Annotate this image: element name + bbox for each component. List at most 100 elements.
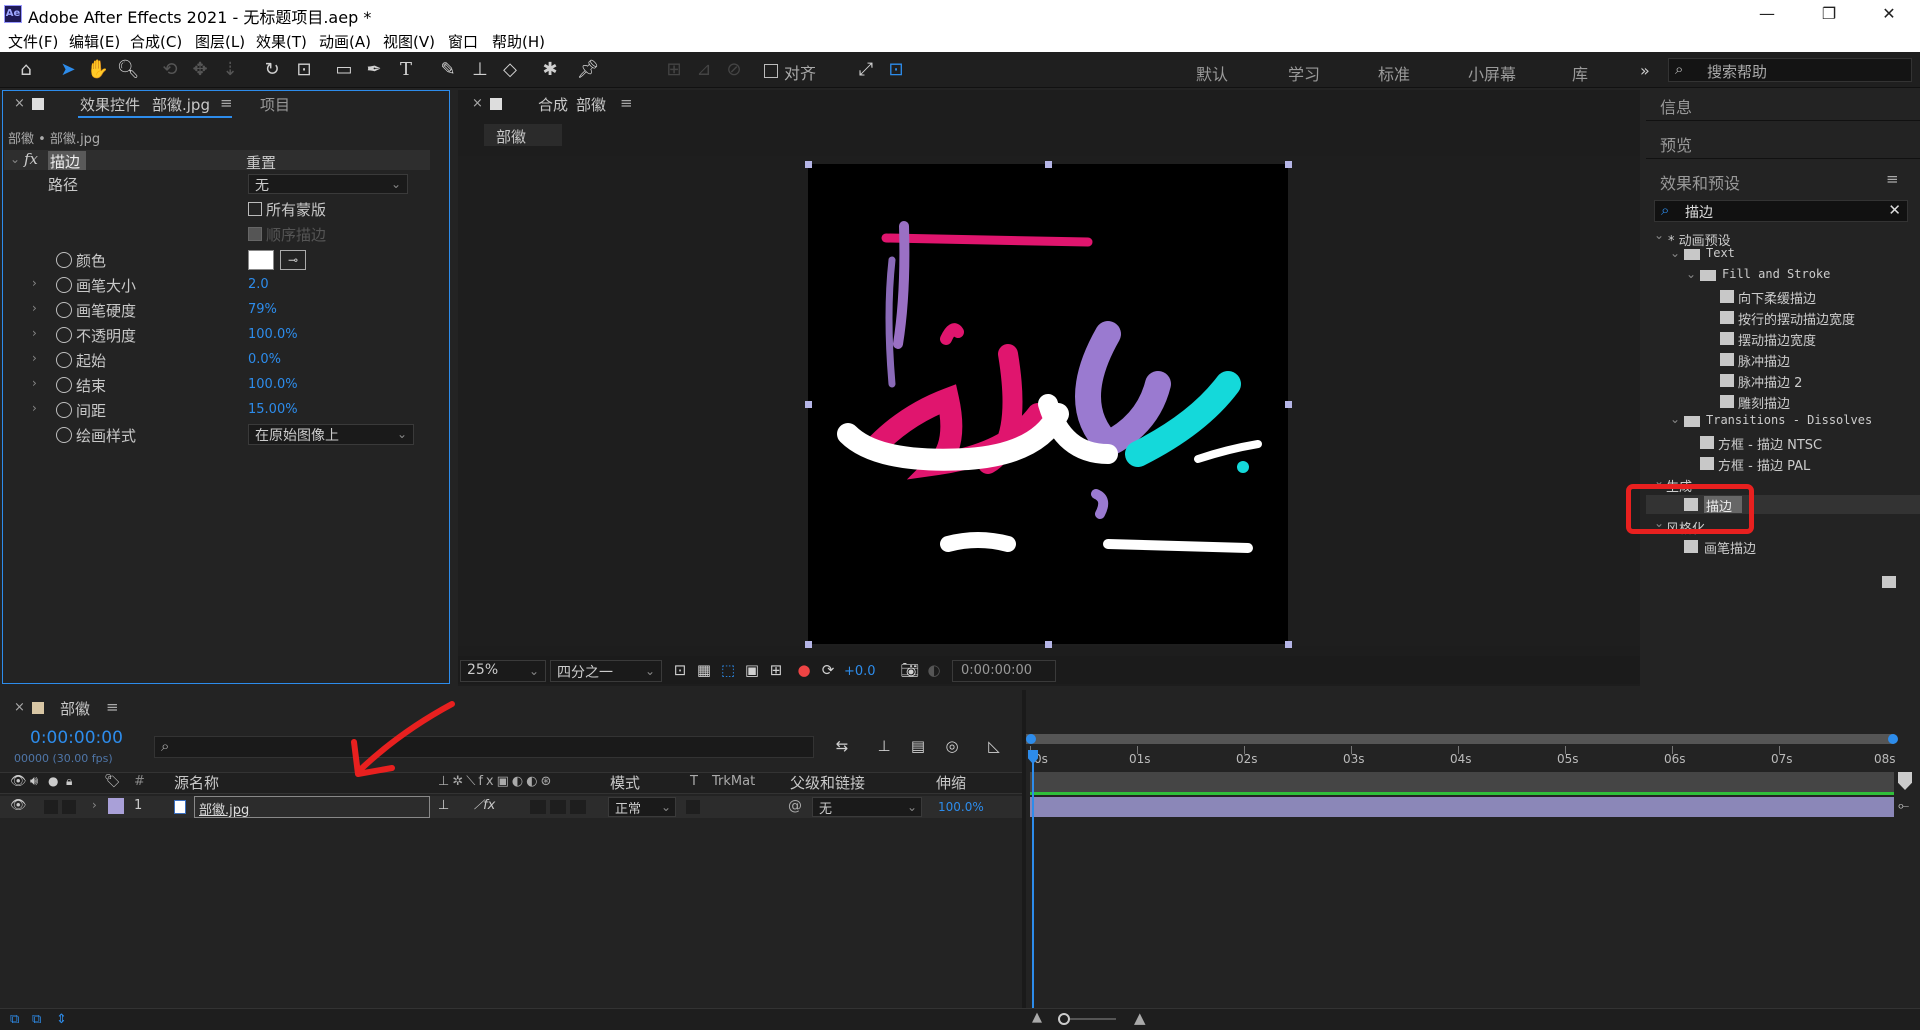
panel-menu-icon[interactable]: ≡: [620, 94, 633, 112]
menu-help[interactable]: 帮助(H): [492, 31, 545, 52]
time-ruler[interactable]: 0s 01s 02s 03s 04s 05s 06s 07s 08s: [1030, 746, 1898, 770]
resolution-dropdown[interactable]: 四分之一 ⌄: [550, 660, 662, 682]
snap-edges-icon[interactable]: ⤢: [854, 58, 878, 82]
menu-composition[interactable]: 合成(C): [130, 31, 182, 52]
stopwatch-icon[interactable]: [56, 302, 72, 318]
label-color-swatch[interactable]: [108, 798, 124, 814]
graph-editor-icon[interactable]: ◺: [982, 734, 1006, 758]
expand-arrow-icon[interactable]: ›: [32, 351, 37, 365]
stretch-value[interactable]: 100.0%: [938, 800, 984, 814]
effect-collapse-icon[interactable]: ⌄: [10, 152, 20, 166]
tree-item-preset[interactable]: 摆动描边宽度: [1738, 330, 1816, 349]
minimize-button[interactable]: —: [1744, 2, 1790, 26]
tree-item-fill-stroke[interactable]: Fill and Stroke: [1722, 267, 1830, 281]
dolly-camera-icon[interactable]: ⇣: [218, 58, 242, 82]
menu-animation[interactable]: 动画(A): [319, 31, 371, 52]
color-channels-icon[interactable]: ●: [792, 658, 816, 682]
fx-switch-icon[interactable]: ⟋fx: [474, 798, 495, 813]
tab-project[interactable]: 项目: [260, 94, 290, 115]
comp-canvas[interactable]: [808, 164, 1288, 644]
roto-brush-icon[interactable]: ✱: [538, 58, 562, 82]
shy-switch-icon[interactable]: ⊥: [438, 798, 449, 813]
path-dropdown[interactable]: 无 ⌄: [248, 174, 408, 194]
prop-brush-hardness-value[interactable]: 79%: [248, 302, 277, 317]
stopwatch-icon[interactable]: [56, 252, 72, 268]
puppet-pin-icon[interactable]: 📌︎: [576, 58, 600, 82]
draft-3d-icon[interactable]: ⊥: [872, 734, 896, 758]
prop-spacing-value[interactable]: 15.00%: [248, 402, 298, 417]
tree-toggle-icon[interactable]: ⌄: [1686, 267, 1696, 281]
stopwatch-icon[interactable]: [56, 327, 72, 343]
menu-window[interactable]: 窗口: [448, 31, 478, 52]
expand-arrow-icon[interactable]: ›: [32, 376, 37, 390]
col-mode[interactable]: 模式: [610, 772, 640, 793]
close-panel-icon[interactable]: ×: [472, 96, 483, 111]
layer-duration-bar[interactable]: [1030, 797, 1894, 817]
tree-item-preset[interactable]: 脉冲描边: [1738, 351, 1790, 370]
clone-stamp-icon[interactable]: ⊥: [468, 58, 492, 82]
pick-whip-icon[interactable]: @: [788, 798, 802, 814]
layer-name-field[interactable]: 部徽.jpg: [194, 796, 430, 818]
workspace-default[interactable]: 默认: [1196, 61, 1228, 85]
menu-effect[interactable]: 效果(T): [256, 31, 307, 52]
effects-search-field[interactable]: ⌕ 描边 ✕: [1654, 200, 1908, 222]
panel-menu-icon[interactable]: ≡: [1886, 170, 1899, 188]
frame-blending-icon[interactable]: ◎: [940, 734, 964, 758]
info-panel-header[interactable]: 信息: [1660, 94, 1692, 118]
exposure-value[interactable]: +0.0: [844, 664, 876, 679]
tree-item-text[interactable]: Text: [1706, 246, 1735, 260]
workspace-more-icon[interactable]: »: [1640, 61, 1650, 80]
maximize-button[interactable]: ❐: [1806, 2, 1852, 26]
tree-item-preset[interactable]: 脉冲描边 2: [1738, 372, 1802, 391]
fx-toggle-icon[interactable]: fx: [24, 150, 38, 168]
eye-icon[interactable]: 👁︎: [10, 798, 27, 813]
col-source-name[interactable]: 源名称: [174, 772, 219, 793]
tab-composition[interactable]: 合成: [538, 94, 568, 115]
hand-tool-icon[interactable]: ✋: [86, 58, 110, 82]
preview-panel-header[interactable]: 预览: [1660, 132, 1692, 156]
zoom-in-icon[interactable]: ▲: [1134, 1009, 1146, 1027]
workspace-learn[interactable]: 学习: [1288, 61, 1320, 85]
stopwatch-icon[interactable]: [56, 352, 72, 368]
audio-toggle[interactable]: [44, 800, 58, 814]
zoom-slider-thumb[interactable]: [1058, 1013, 1070, 1025]
stopwatch-icon[interactable]: [56, 377, 72, 393]
close-panel-icon[interactable]: ×: [14, 700, 25, 715]
stopwatch-icon[interactable]: [56, 402, 72, 418]
zoom-out-icon[interactable]: ▲: [1032, 1010, 1042, 1025]
expand-arrow-icon[interactable]: ›: [92, 798, 97, 812]
workspace-small-screen[interactable]: 小屏幕: [1468, 61, 1516, 85]
layer-search-field[interactable]: ⌕: [154, 736, 814, 758]
rectangle-tool-icon[interactable]: ▭: [332, 58, 356, 82]
region-of-interest-icon[interactable]: ⊡: [668, 658, 692, 682]
home-icon[interactable]: ⌂: [14, 58, 38, 82]
eyedropper-icon[interactable]: ⊸: [280, 250, 306, 270]
menu-layer[interactable]: 图层(L): [195, 31, 245, 52]
comp-end-marker-icon[interactable]: [1898, 772, 1912, 790]
expand-arrow-icon[interactable]: ›: [32, 326, 37, 340]
mask-visibility-icon[interactable]: ⬚: [716, 658, 740, 682]
work-area-start-handle[interactable]: [1026, 734, 1036, 744]
parent-dropdown[interactable]: 无 ⌄: [812, 797, 922, 817]
work-area-bar[interactable]: [1026, 734, 1894, 744]
brush-tool-icon[interactable]: ✎: [436, 58, 460, 82]
new-folder-icon[interactable]: [1882, 576, 1896, 588]
selection-tool-icon[interactable]: ➤: [56, 58, 80, 82]
prop-opacity-value[interactable]: 100.0%: [248, 327, 298, 342]
panel-menu-icon[interactable]: ≡: [220, 94, 233, 112]
tree-item-preset[interactable]: 方框 - 描边 PAL: [1718, 455, 1810, 474]
in-out-toggle-icon[interactable]: ⇕: [56, 1012, 67, 1027]
transparency-grid-icon[interactable]: ▦: [692, 658, 716, 682]
tree-toggle-icon[interactable]: ⌄: [1670, 246, 1680, 260]
effects-presets-header[interactable]: 效果和预设: [1660, 170, 1740, 194]
tree-item-preset[interactable]: 按行的摆动描边宽度: [1738, 309, 1855, 328]
col-trkmat[interactable]: TrkMat: [712, 774, 755, 789]
col-parent-link[interactable]: 父级和链接: [790, 772, 865, 793]
current-time-display[interactable]: 0:00:00:00: [952, 660, 1056, 682]
tree-item-brush-strokes[interactable]: 画笔描边: [1704, 538, 1756, 557]
comp-subtab[interactable]: 部徽: [496, 126, 526, 147]
close-button[interactable]: ✕: [1866, 2, 1912, 26]
safe-margins-icon[interactable]: ▣: [740, 658, 764, 682]
effect-name[interactable]: 描边: [50, 151, 80, 172]
orbit-camera-icon[interactable]: ⟲: [158, 58, 182, 82]
